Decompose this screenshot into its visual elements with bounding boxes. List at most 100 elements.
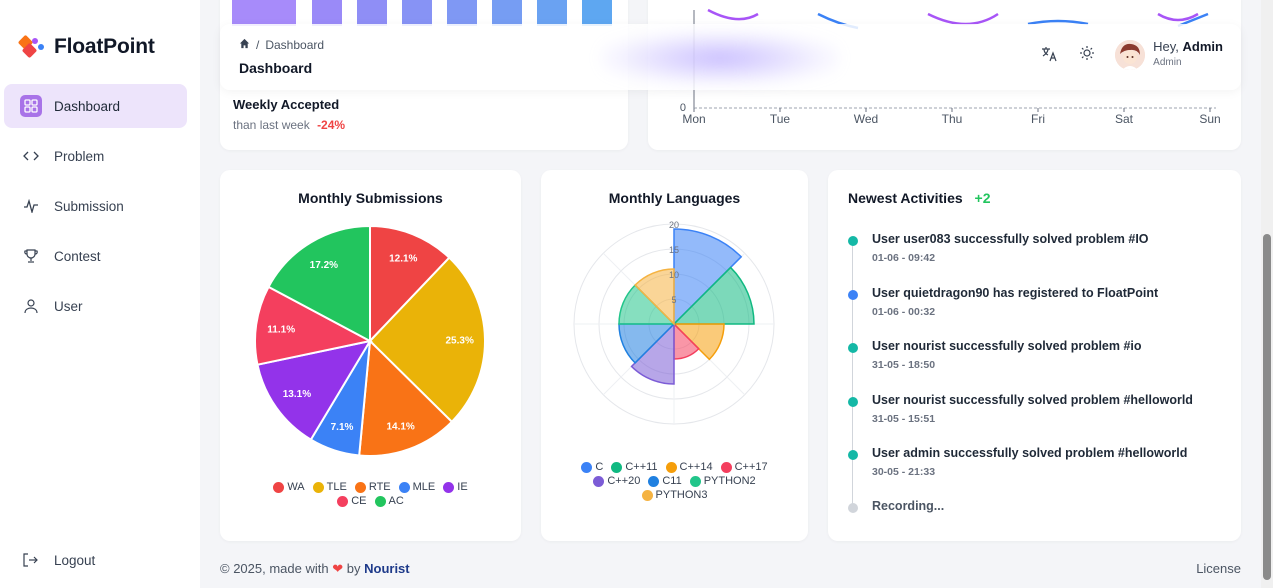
recording-label: Recording... (872, 499, 945, 513)
activity-text: User quietdragon90 has registered to Flo… (872, 285, 1159, 300)
x-tick-label: Wed (854, 112, 878, 126)
logout-button[interactable]: Logout (4, 538, 187, 582)
user-menu[interactable]: Hey, Admin Admin (1115, 40, 1223, 70)
theme-toggle-icon[interactable] (1079, 45, 1095, 66)
legend-swatch (398, 481, 410, 493)
sidebar-item-dashboard[interactable]: Dashboard (4, 84, 187, 128)
polar-tick-label: 5 (671, 295, 676, 305)
legend-item-wa[interactable]: WA (273, 481, 305, 493)
activity-item: User admin successfully solved problem #… (848, 446, 1187, 478)
activity-item: User nourist successfully solved problem… (848, 339, 1142, 371)
pie-data-label: 7.1% (331, 422, 354, 433)
legend-item-ie[interactable]: IE (443, 481, 468, 493)
breadcrumb: / Dashboard (239, 38, 324, 52)
timeline-dot (848, 450, 858, 460)
logout-label: Logout (54, 552, 96, 568)
user-icon (20, 295, 42, 317)
legend-item-tle[interactable]: TLE (312, 481, 347, 493)
weekly-accepted-subtitle: than last week -24% (233, 118, 345, 132)
legend-swatch (720, 461, 732, 473)
activity-content: User quietdragon90 has registered to Flo… (872, 286, 1158, 318)
floatpoint-logo-icon (18, 35, 44, 58)
legend-swatch (641, 489, 653, 501)
legend-item-python2[interactable]: PYTHON2 (689, 475, 756, 487)
legend-item-ac[interactable]: AC (374, 495, 404, 507)
license-link[interactable]: License (1196, 561, 1241, 576)
legend-label: MLE (412, 481, 436, 493)
heart-icon: ❤ (332, 561, 344, 576)
x-tick-label: Mon (682, 112, 705, 126)
sidebar-item-submission[interactable]: Submission (4, 184, 187, 228)
sidebar: FloatPoint Dashboard Problem Submission … (0, 0, 200, 588)
scrollbar-thumb[interactable] (1263, 234, 1271, 580)
page-title: Dashboard (239, 60, 313, 76)
header-decoration (600, 30, 840, 86)
legend-item-mle[interactable]: MLE (398, 481, 436, 493)
activity-time: 30-05 - 21:33 (872, 466, 936, 478)
monthly-languages-card: Monthly Languages 5 10 15 20 C C++11 C++14 C++… (541, 170, 808, 541)
weekly-accepted-change: -24% (317, 118, 346, 132)
translate-icon[interactable] (1041, 46, 1059, 65)
x-tick-label: Fri (1031, 112, 1045, 126)
activities-title: Newest Activities (848, 190, 963, 206)
pie-data-label: 17.2% (310, 260, 338, 271)
legend-item-cpp20[interactable]: C++20 (593, 475, 640, 487)
footer-author-link[interactable]: Nourist (364, 561, 410, 576)
user-greeting: Hey, Admin Admin (1153, 40, 1223, 70)
recording-item: Recording... (848, 499, 944, 513)
page-scrollbar[interactable] (1261, 0, 1273, 588)
sidebar-item-label: Contest (54, 248, 101, 264)
trophy-icon (20, 245, 42, 267)
code-icon (20, 145, 42, 167)
breadcrumb-item[interactable]: Dashboard (265, 38, 324, 52)
sidebar-item-problem[interactable]: Problem (4, 134, 187, 178)
legend-item-c[interactable]: C (581, 461, 603, 473)
legend-label: C++17 (734, 461, 768, 473)
pie-data-label: 11.1% (267, 324, 295, 335)
timeline-dot (848, 396, 858, 407)
activity-content: User admin successfully solved problem #… (872, 446, 1187, 478)
legend-item-python3[interactable]: PYTHON3 (641, 489, 707, 501)
timeline-dot (848, 289, 858, 300)
legend-item-ce[interactable]: CE (337, 495, 367, 507)
legend-label: RTE (368, 481, 391, 493)
footer-by: by (346, 561, 361, 576)
pie-data-label: 13.1% (283, 389, 311, 400)
timeline-dot (848, 343, 858, 353)
sidebar-item-label: Problem (54, 148, 105, 164)
x-tick-label: Tue (770, 112, 791, 126)
legend-swatch (443, 481, 455, 493)
activity-item: User user083 successfully solved problem… (848, 232, 1149, 264)
timeline-dot (848, 503, 858, 513)
languages-polar-chart: 5 10 15 20 (573, 220, 775, 425)
legend-label: C++20 (607, 475, 641, 487)
legend-item-cpp11[interactable]: C++11 (611, 461, 658, 473)
submissions-pie-chart: 12.1% 25.3% 14.1% 7.1% 13.1% 11.1% 17.2% (254, 224, 486, 457)
activity-time: 31-05 - 15:51 (872, 412, 936, 425)
legend-item-cpp17[interactable]: C++17 (720, 461, 768, 473)
activity-item: User nourist successfully solved problem… (848, 393, 1193, 425)
legend-item-rte[interactable]: RTE (354, 481, 391, 493)
home-icon[interactable] (239, 38, 250, 52)
languages-legend: C C++11 C++14 C++17 C++20 C11 PYTHON2 PYTHON3 (541, 461, 808, 501)
polar-tick-label: 10 (669, 270, 679, 280)
pie-data-label: 14.1% (386, 421, 414, 432)
activity-item: User quietdragon90 has registered to Flo… (848, 286, 1158, 318)
brand-logo[interactable]: FloatPoint (18, 34, 155, 60)
timeline-dot (848, 236, 858, 246)
legend-swatch (374, 495, 386, 507)
top-header: / Dashboard Dashboard Hey, Admin Admin (220, 24, 1241, 90)
user-name: Admin (1182, 39, 1223, 54)
sidebar-item-contest[interactable]: Contest (4, 234, 187, 278)
activity-content: User user083 successfully solved problem… (872, 232, 1149, 264)
legend-swatch (665, 461, 677, 473)
legend-item-cpp14[interactable]: C++14 (665, 461, 713, 473)
activities-badge: +2 (974, 190, 991, 206)
legend-label: AC (388, 495, 404, 507)
monthly-submissions-card: Monthly Submissions 12.1% 25.3% 14.1% 7.1% 1… (220, 170, 521, 541)
sidebar-item-user[interactable]: User (4, 284, 187, 328)
avatar (1115, 40, 1146, 70)
legend-label: C11 (662, 475, 682, 487)
legend-item-c11[interactable]: C11 (648, 475, 682, 487)
polar-tick-label: 20 (669, 220, 679, 230)
